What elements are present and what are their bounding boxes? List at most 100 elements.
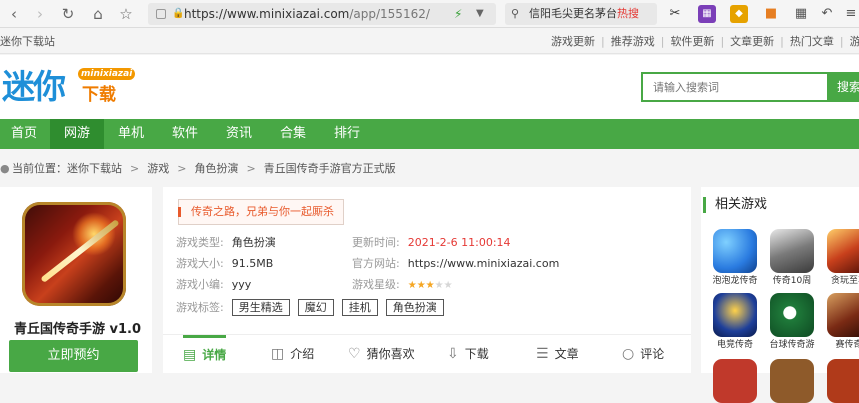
info-row-site: 官方网站: https://www.minixiazai.com bbox=[352, 256, 559, 272]
reserve-button[interactable]: 立即预约 bbox=[9, 340, 138, 372]
related-game-item-partial[interactable] bbox=[767, 359, 817, 403]
site-name-link[interactable]: 迷你下载站 bbox=[0, 29, 55, 54]
app-name: 青丘国传奇手游 v1.0 bbox=[14, 322, 142, 337]
tab-details[interactable]: ▤ 详情 bbox=[183, 335, 227, 374]
related-game-item[interactable]: 贪玩至尊 bbox=[824, 229, 859, 287]
related-game-item[interactable]: 传奇10周 bbox=[767, 229, 817, 287]
site-logo[interactable]: 迷你 minixiazai 下载 bbox=[0, 65, 140, 111]
related-game-item[interactable]: 电竞传奇 bbox=[710, 293, 760, 351]
tag-idle[interactable]: 挂机 bbox=[341, 299, 378, 316]
topbar-link-hot-articles[interactable]: 热门文章 bbox=[790, 35, 834, 48]
nav-item-home[interactable]: 首页 bbox=[0, 119, 48, 149]
related-game-item-partial[interactable] bbox=[710, 359, 760, 403]
editor-value: yyy bbox=[231, 278, 252, 291]
star-filled-icon: ★ bbox=[416, 280, 426, 291]
tab-intro[interactable]: ◫ 介绍 bbox=[271, 335, 314, 374]
game-icon bbox=[713, 359, 757, 403]
related-game-item[interactable]: 泡泡龙传奇 bbox=[710, 229, 760, 287]
info-row-editor: 游戏小编: yyy bbox=[176, 277, 251, 293]
tag-rpg[interactable]: 角色扮演 bbox=[385, 299, 444, 316]
star-empty-icon: ★ bbox=[434, 280, 444, 291]
app-icon bbox=[22, 202, 126, 306]
game-icon bbox=[827, 359, 859, 403]
nav-item-single-player[interactable]: 单机 bbox=[106, 119, 156, 149]
info-row-update: 更新时间: 2021-2-6 11:00:14 bbox=[352, 235, 511, 251]
related-game-item[interactable]: 台球传奇游 bbox=[767, 293, 817, 351]
menu-icon[interactable]: ≡ bbox=[842, 5, 859, 23]
tab-articles-label: 文章 bbox=[554, 347, 579, 361]
tab-download[interactable]: ⇩ 下载 bbox=[447, 335, 489, 374]
extension-icon[interactable]: ▦ bbox=[698, 5, 716, 23]
download-icon: ⇩ bbox=[447, 346, 459, 362]
lightning-icon[interactable]: ⚡ bbox=[454, 3, 462, 25]
chevron-down-icon[interactable]: ▼ bbox=[476, 3, 484, 25]
grid-icon[interactable]: ▦ bbox=[792, 5, 810, 23]
forward-icon[interactable]: › bbox=[30, 4, 50, 24]
address-bar[interactable]: 🔒 https://www.minixiazai.com/app/155162/… bbox=[148, 3, 496, 25]
breadcrumb-separator: > bbox=[130, 162, 140, 175]
nav-item-news[interactable]: 资讯 bbox=[214, 119, 264, 149]
tag-fantasy[interactable]: 魔幻 bbox=[297, 299, 334, 316]
game-name: 电竞传奇 bbox=[716, 340, 753, 350]
game-name: 泡泡龙传奇 bbox=[712, 276, 758, 286]
layers-icon: ☰ bbox=[536, 346, 549, 362]
size-label: 游戏大小: bbox=[176, 257, 224, 270]
back-icon[interactable]: ‹ bbox=[4, 4, 24, 24]
size-value: 91.5MB bbox=[231, 257, 274, 270]
game-icon bbox=[827, 293, 859, 337]
screenshot-icon[interactable] bbox=[156, 9, 166, 19]
scissors-icon[interactable]: ✂ bbox=[666, 5, 684, 23]
site-search-button[interactable]: 搜索 bbox=[829, 72, 859, 102]
site-topbar: 迷你下载站 游戏更新 | 推荐游戏 | 软件更新 | 文章更新 | 热门文章 | 游戏专 bbox=[0, 29, 859, 54]
site-value[interactable]: https://www.minixiazai.com bbox=[408, 257, 560, 270]
shield-icon[interactable]: ◆ bbox=[730, 5, 748, 23]
url-host: https://www.minixiazai.com bbox=[184, 7, 350, 21]
related-game-item[interactable]: 赛传奇 bbox=[824, 293, 859, 351]
undo-icon[interactable]: ↶ bbox=[818, 5, 836, 23]
tab-you-may-like[interactable]: ♡ 猜你喜欢 bbox=[348, 335, 415, 374]
related-game-item-partial[interactable] bbox=[824, 359, 859, 403]
detail-icon: ▤ bbox=[183, 347, 197, 363]
nav-item-online-games[interactable]: 网游 bbox=[50, 119, 104, 149]
related-games-sidebar: 相关游戏 泡泡龙传奇 传奇10周 贪玩至尊 电竞传奇 台球传奇游 赛传奇 bbox=[701, 187, 859, 403]
browser-search-text: 信阳毛尖更名茅台 bbox=[529, 7, 617, 20]
topbar-links: 游戏更新 | 推荐游戏 | 软件更新 | 文章更新 | 热门文章 | 游戏专 bbox=[551, 29, 859, 54]
nav-item-collections[interactable]: 合集 bbox=[268, 119, 318, 149]
breadcrumb-item-games[interactable]: 游戏 bbox=[147, 162, 169, 175]
topbar-link-software-updates[interactable]: 软件更新 bbox=[670, 35, 714, 48]
breadcrumb-item-rpg[interactable]: 角色扮演 bbox=[194, 162, 238, 175]
topbar-link-recommended[interactable]: 推荐游戏 bbox=[611, 35, 655, 48]
nav-item-software[interactable]: 软件 bbox=[160, 119, 210, 149]
detail-tabs: ▤ 详情 ◫ 介绍 ♡ 猜你喜欢 ⇩ 下载 ☰ 文章 ○ 评论 bbox=[163, 334, 691, 373]
game-controller-icon[interactable]: ■ bbox=[762, 5, 780, 23]
tab-articles[interactable]: ☰ 文章 bbox=[536, 335, 579, 374]
tag-male-picks[interactable]: 男生精选 bbox=[231, 299, 290, 316]
topbar-link-game-topics[interactable]: 游戏专 bbox=[850, 35, 859, 48]
main-nav: 首页 网游 单机 软件 资讯 合集 排行 bbox=[0, 119, 859, 149]
reload-icon[interactable]: ↻ bbox=[58, 4, 78, 24]
tab-comments-label: 评论 bbox=[640, 347, 665, 361]
tags-label: 游戏标签: bbox=[176, 301, 224, 314]
site-search-input[interactable] bbox=[653, 74, 823, 100]
topbar-link-article-updates[interactable]: 文章更新 bbox=[730, 35, 774, 48]
bookmark-star-icon[interactable]: ☆ bbox=[116, 4, 136, 24]
tab-intro-label: 介绍 bbox=[290, 347, 315, 361]
tab-download-label: 下载 bbox=[464, 347, 489, 361]
home-icon[interactable]: ⌂ bbox=[88, 4, 108, 24]
tab-comments[interactable]: ○ 评论 bbox=[622, 335, 664, 374]
url-path: /app/155162/ bbox=[349, 7, 430, 21]
breadcrumb-prefix: 当前位置： bbox=[12, 162, 67, 175]
update-value: 2021-2-6 11:00:14 bbox=[407, 236, 511, 249]
breadcrumb: ● 当前位置：迷你下载站 > 游戏 > 角色扮演 > 青丘国传奇手游官方正式版 bbox=[0, 155, 859, 183]
divider: | bbox=[780, 35, 784, 48]
topbar-link-game-updates[interactable]: 游戏更新 bbox=[551, 35, 595, 48]
game-icon bbox=[713, 229, 757, 273]
app-slogan: 传奇之路，兄弟与你一起厮杀 bbox=[178, 199, 344, 225]
game-icon bbox=[770, 229, 814, 273]
nav-item-rankings[interactable]: 排行 bbox=[322, 119, 372, 149]
breadcrumb-item-home[interactable]: 迷你下载站 bbox=[67, 162, 122, 175]
hot-badge: 热搜 bbox=[617, 7, 639, 20]
breadcrumb-separator: > bbox=[246, 162, 256, 175]
star-filled-icon: ★ bbox=[425, 280, 435, 291]
browser-search-box[interactable]: ⚲ 信阳毛尖更名茅台 热搜 bbox=[505, 3, 657, 25]
